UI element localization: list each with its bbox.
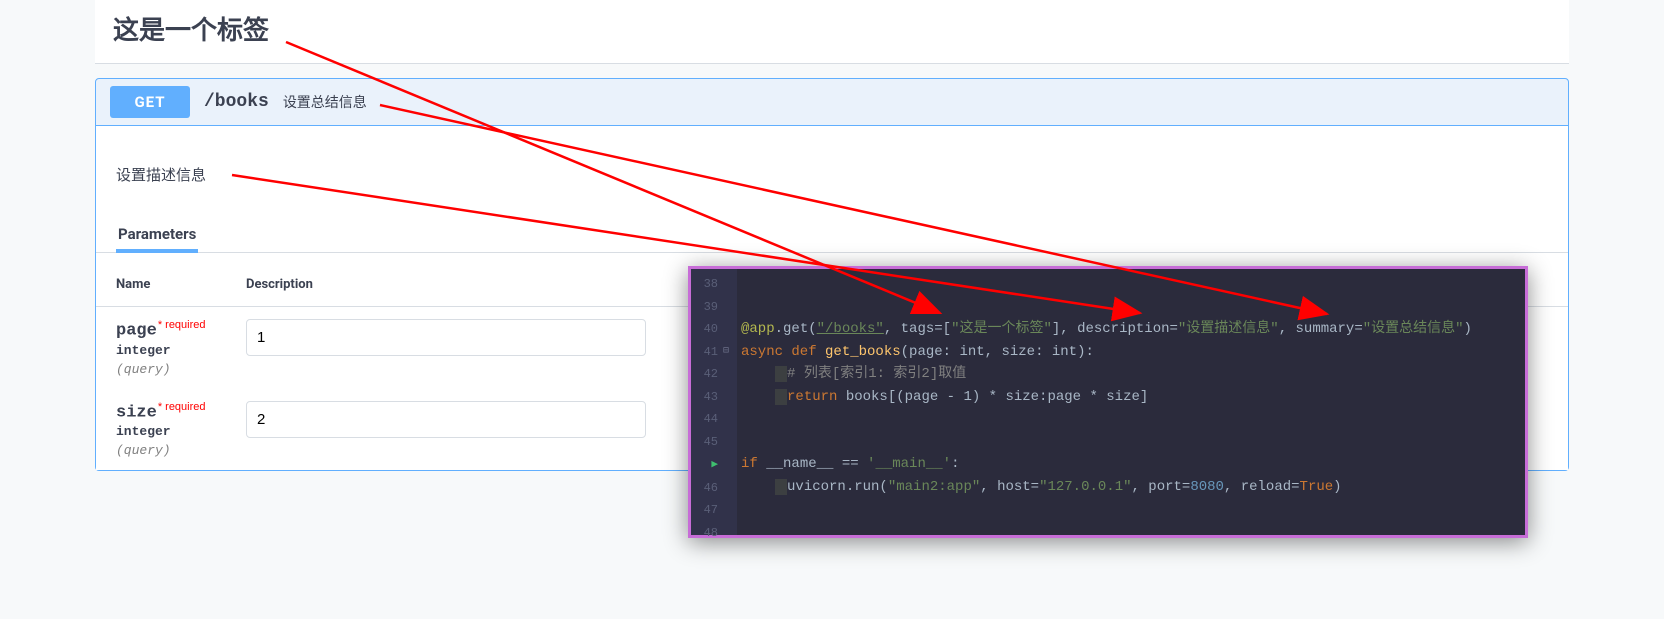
endpoint-description: 设置描述信息 bbox=[96, 126, 1568, 221]
tag-title: 这是一个标签 bbox=[113, 10, 1551, 47]
param-in: (query) bbox=[116, 362, 206, 377]
param-page-input[interactable] bbox=[246, 319, 646, 356]
param-type: integer bbox=[116, 424, 206, 439]
required-badge: required bbox=[158, 319, 206, 331]
tabs: Parameters bbox=[96, 221, 1568, 252]
param-in: (query) bbox=[116, 443, 206, 458]
code-gutter: 38 39 40 41 42 43 44 45 ▶ 46 47 48 bbox=[691, 269, 723, 535]
code-content[interactable]: @app.get("/books", tags=["这是一个标签"], desc… bbox=[737, 269, 1525, 535]
tab-parameters[interactable]: Parameters bbox=[116, 221, 198, 253]
param-type: integer bbox=[116, 343, 206, 358]
param-name: sizerequired bbox=[116, 401, 206, 423]
run-gutter-icon[interactable]: ▶ bbox=[711, 459, 718, 471]
http-method-badge: GET bbox=[110, 86, 190, 118]
endpoint-path: /books bbox=[204, 92, 269, 112]
code-editor-overlay: 38 39 40 41 42 43 44 45 ▶ 46 47 48 ⊟ @ap… bbox=[688, 266, 1528, 538]
col-header-name: Name bbox=[96, 253, 226, 307]
required-badge: required bbox=[158, 401, 206, 413]
param-size-input[interactable] bbox=[246, 401, 646, 438]
param-name: pagerequired bbox=[116, 319, 206, 341]
endpoint-summary: 设置总结信息 bbox=[283, 92, 367, 112]
fold-column: ⊟ bbox=[723, 269, 737, 535]
tag-header[interactable]: 这是一个标签 bbox=[95, 0, 1569, 64]
operation-summary-bar[interactable]: GET /books 设置总结信息 bbox=[96, 79, 1568, 126]
